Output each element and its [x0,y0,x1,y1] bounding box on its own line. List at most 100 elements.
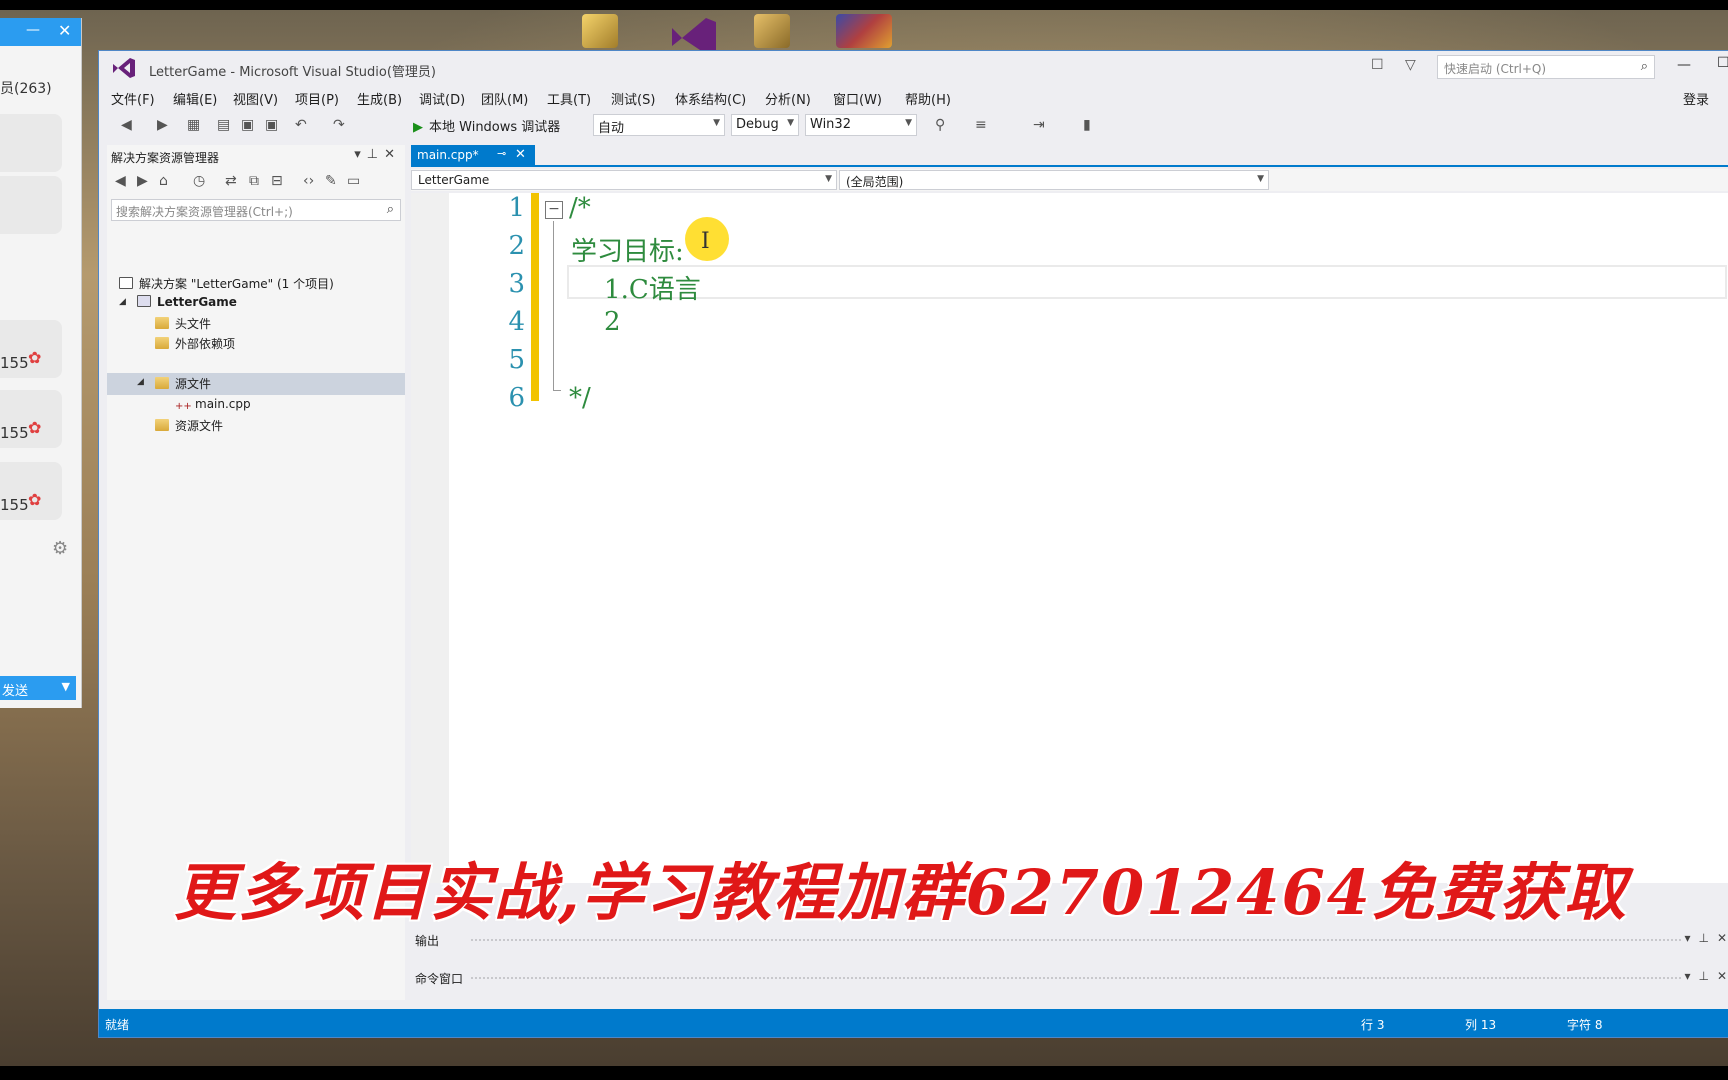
menu-edit[interactable]: 编辑(E) [173,89,217,108]
command-window-panel[interactable]: 命令窗口 ▾⊥✕ [411,965,1728,991]
save-all-icon[interactable]: ▣ [265,117,278,133]
open-file-icon[interactable]: ▤ [217,117,230,133]
redo-icon[interactable]: ↷ [333,117,345,133]
tree-solution[interactable]: 解决方案 "LetterGame" (1 个项目) [119,275,334,295]
expander-icon[interactable]: ◢ [137,377,144,387]
home-icon[interactable]: ⌂ [159,173,168,189]
navigation-bar: LetterGame ▼ (全局范围) ▼ [411,169,1728,191]
expander-icon[interactable]: ◢ [119,297,126,307]
member-count: 员(263) [0,81,52,97]
menu-build[interactable]: 生成(B) [357,89,402,108]
menu-team[interactable]: 团队(M) [481,89,528,108]
folder-icon [155,337,169,349]
letterbox-top [0,0,1728,10]
undo-icon[interactable]: ↶ [295,117,307,133]
new-project-icon[interactable]: ▦ [187,117,200,133]
forward-icon[interactable]: ▶ [137,173,148,189]
project-scope-select[interactable]: LetterGame ▼ [411,170,837,190]
quick-launch-input[interactable]: 快速启动 (Ctrl+Q) ⌕ [1437,55,1655,79]
menu-architecture[interactable]: 体系结构(C) [675,89,746,108]
chevron-down-icon: ▼ [1257,174,1264,184]
menu-window[interactable]: 窗口(W) [833,89,882,108]
tree-headers[interactable]: 头文件 [155,315,211,335]
tree-sources[interactable]: 源文件 [155,375,211,395]
bookmark-icon[interactable]: ▮ [1083,117,1091,133]
collapse-region-icon[interactable]: − [545,201,563,219]
tab-main-cpp-label: main.cpp* [417,148,479,162]
filter-icon[interactable]: ▽ [1405,57,1416,73]
auto-label: 自动 [598,121,625,136]
tree-main-cpp[interactable]: ++ main.cpp [175,397,251,417]
minimize-icon[interactable]: — [1677,57,1691,73]
status-col: 列 13 [1465,1018,1497,1032]
back-icon[interactable]: ◀ [121,117,132,133]
pane-controls-icon[interactable]: ▾⊥✕ [1684,969,1728,983]
preview-icon[interactable]: ▭ [347,173,360,189]
document-icon[interactable] [754,14,790,48]
tree-external[interactable]: 外部依赖项 [155,335,235,355]
properties-icon[interactable]: ✎ [325,173,337,189]
collapse-icon[interactable]: ⧉ [249,173,259,189]
save-icon[interactable]: ▣ [241,117,254,133]
search-icon[interactable]: ⌕ [1641,59,1648,74]
pane-controls-icon[interactable]: ▾⊥✕ [1684,931,1728,945]
tree-resources-label: 资源文件 [175,419,224,433]
chat-titlebar: — ✕ [0,18,81,46]
search-icon[interactable]: ⌕ [387,202,394,217]
menu-test[interactable]: 测试(S) [611,89,655,108]
menu-debug[interactable]: 调试(D) [419,89,465,108]
pane-controls-icon[interactable]: ▾⊥✕ [354,147,401,162]
solution-config-select[interactable]: 自动 ▼ [593,114,725,136]
visual-studio-icon[interactable] [666,14,716,54]
outline-line [553,221,554,391]
vs-logo-icon [113,58,135,78]
status-char: 字符 8 [1567,1018,1603,1032]
code-icon[interactable]: ‹› [303,173,314,189]
gear-icon[interactable]: ⚙ [52,538,68,559]
global-scope-select[interactable]: (全局范围) ▼ [839,170,1269,190]
platform-select[interactable]: Win32 ▼ [805,114,917,136]
minimize-icon[interactable]: — [26,22,40,38]
show-all-icon[interactable]: ⊟ [271,173,283,189]
sync-icon[interactable]: ⇄ [225,173,237,189]
tab-main-cpp[interactable]: main.cpp* ⊸ ✕ [411,145,535,167]
flower-icon: ✿ [28,418,42,437]
login-link[interactable]: 登录 [1683,89,1709,108]
feedback-icon[interactable]: ☐ [1371,57,1384,73]
menu-analyze[interactable]: 分析(N) [765,89,811,108]
code-editor[interactable]: 1 2 3 4 5 6 − /* 学习目标: 1.C语言 2 */ I [411,193,1728,883]
menu-project[interactable]: 项目(P) [295,89,339,108]
solution-explorer-header: 解决方案资源管理器 ▾⊥✕ [107,145,405,167]
config-select[interactable]: Debug ▼ [731,114,799,136]
align-icon[interactable]: ≡ [975,117,987,133]
folder-icon [155,317,169,329]
menu-view[interactable]: 视图(V) [233,89,278,108]
line-number: 3 [508,269,525,299]
folder-icon[interactable] [582,14,618,48]
maximize-icon[interactable]: ☐ [1717,55,1728,71]
menu-help[interactable]: 帮助(H) [905,89,951,108]
indent-icon[interactable]: ⇥ [1033,117,1045,133]
back-icon[interactable]: ◀ [115,173,126,189]
pin-icon[interactable]: ⊸ [497,147,506,160]
menu-file[interactable]: 文件(F) [111,89,155,108]
history-icon[interactable]: ◷ [193,173,205,189]
close-icon[interactable]: ✕ [58,21,71,40]
send-button[interactable]: 发送 ▼ [0,676,76,700]
solution-search-input[interactable]: 搜索解决方案资源管理器(Ctrl+;) ⌕ [111,199,401,221]
chevron-down-icon[interactable]: ▼ [62,680,70,693]
tree-project[interactable]: LetterGame [137,295,237,315]
start-debugging-button[interactable]: ▶ 本地 Windows 调试器 [413,116,560,135]
window-title: LetterGame - Microsoft Visual Studio(管理员… [149,65,436,80]
close-icon[interactable]: ✕ [515,147,526,162]
global-scope-label: (全局范围) [846,175,904,189]
game-icon[interactable] [836,14,892,48]
change-tracking-bar [531,193,539,401]
chat-stat: 155 [0,354,29,372]
editor-tab-strip: main.cpp* ⊸ ✕ [411,145,1728,167]
find-icon[interactable]: ⚲ [935,117,945,133]
menu-tools[interactable]: 工具(T) [547,89,591,108]
forward-icon[interactable]: ▶ [157,117,168,133]
cpp-file-icon: ++ [175,401,192,412]
tree-resources[interactable]: 资源文件 [155,417,223,437]
